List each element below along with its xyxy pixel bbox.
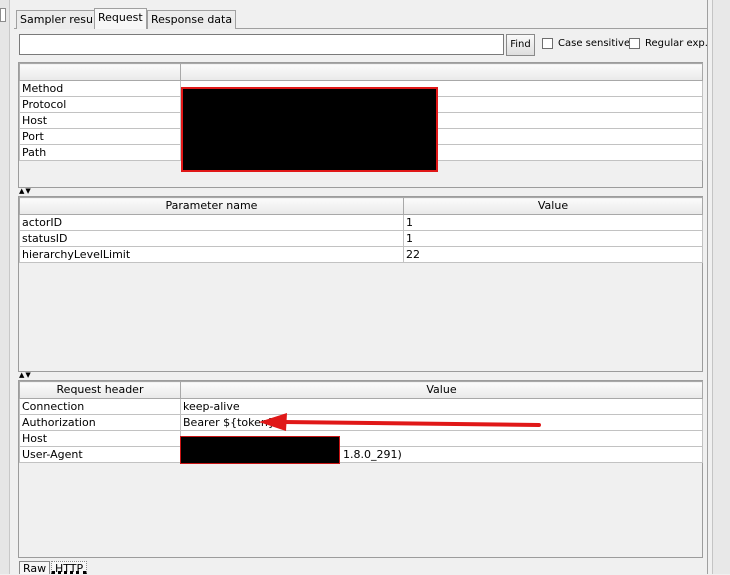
tab-raw[interactable]: Raw: [19, 561, 51, 575]
parameter-value: 1: [403, 214, 703, 231]
parameters-panel: Parameter name Value actorID 1 statusID …: [18, 196, 703, 372]
header-name: Connection: [19, 398, 181, 415]
redaction-box: [180, 436, 340, 464]
regex-checkbox[interactable]: [629, 38, 640, 49]
parameter-name: hierarchyLevelLimit: [19, 246, 404, 263]
column-header[interactable]: [180, 63, 703, 81]
parameter-value: 22: [403, 246, 703, 263]
header-name: Host: [19, 430, 181, 447]
row-key: Method: [19, 80, 181, 97]
split-arrows-icon[interactable]: ▲▼: [19, 188, 32, 195]
parameters-table: Parameter name Value actorID 1 statusID …: [19, 197, 703, 263]
row-key: Host: [19, 112, 181, 129]
case-sensitive-checkbox[interactable]: [542, 38, 553, 49]
parameter-value: 1: [403, 230, 703, 247]
tab-sampler-result[interactable]: Sampler result: [16, 10, 105, 29]
table-row[interactable]: actorID 1: [19, 214, 703, 231]
case-sensitive-label: Case sensitive: [558, 38, 631, 49]
row-key: Port: [19, 128, 181, 145]
parameter-name: statusID: [19, 230, 404, 247]
column-header-request-header[interactable]: Request header: [19, 381, 181, 399]
redaction-box: [181, 87, 438, 172]
request-headers-panel: Request header Value Connection keep-ali…: [18, 380, 703, 558]
column-header[interactable]: [19, 63, 181, 81]
column-header-value[interactable]: Value: [180, 381, 703, 399]
row-key: Protocol: [19, 96, 181, 113]
header-name: User-Agent: [19, 446, 181, 463]
parameter-name: actorID: [19, 214, 404, 231]
find-button[interactable]: Find: [506, 34, 535, 56]
right-scroll-strip[interactable]: [712, 0, 730, 574]
table-row[interactable]: statusID 1: [19, 230, 703, 247]
header-name: Authorization: [19, 414, 181, 431]
split-arrows-icon[interactable]: ▲▼: [19, 372, 32, 379]
annotation-arrow-icon: [259, 413, 541, 431]
tab-request[interactable]: Request: [94, 8, 147, 29]
splitter-handle[interactable]: [0, 8, 6, 22]
column-header-parameter-name[interactable]: Parameter name: [19, 197, 404, 215]
table-row[interactable]: hierarchyLevelLimit 22: [19, 246, 703, 263]
column-header-value[interactable]: Value: [403, 197, 703, 215]
tab-http[interactable]: HTTP: [51, 561, 88, 575]
tab-response-data[interactable]: Response data: [147, 10, 237, 29]
left-splitter[interactable]: [0, 0, 10, 574]
row-key: Path: [19, 144, 181, 161]
search-input[interactable]: [19, 34, 504, 55]
right-border: [707, 0, 708, 574]
table-row[interactable]: User-Agent 1.8.0_291): [19, 446, 703, 463]
regex-label: Regular exp.: [645, 38, 708, 49]
